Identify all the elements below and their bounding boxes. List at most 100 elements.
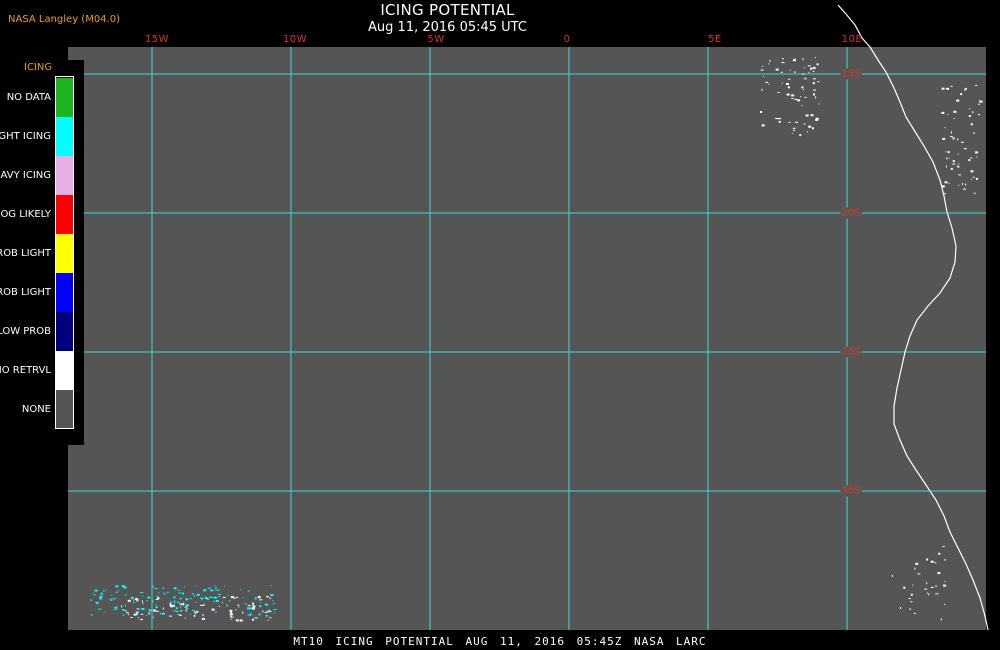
no-retrieval-cloud bbox=[203, 603, 205, 606]
legend-item-low-prob: LOW PROB bbox=[0, 312, 84, 351]
no-retrieval-cloud bbox=[935, 593, 939, 595]
no-retrieval-cloud bbox=[121, 605, 123, 608]
no-retrieval-cloud bbox=[793, 71, 796, 73]
no-retrieval-cloud bbox=[937, 572, 941, 575]
no-retrieval-cloud bbox=[222, 596, 226, 598]
no-retrieval-cloud bbox=[133, 613, 136, 616]
no-retrieval-cloud bbox=[157, 597, 160, 600]
no-retrieval-cloud bbox=[788, 78, 791, 80]
no-retrieval-cloud bbox=[945, 165, 947, 168]
no-retrieval-cloud bbox=[795, 121, 799, 123]
no-retrieval-cloud bbox=[155, 610, 159, 612]
night-icing-cloud bbox=[179, 598, 182, 600]
no-retrieval-cloud bbox=[947, 151, 950, 154]
legend-item-med-prob-light: MED PROB LIGHT bbox=[0, 273, 84, 312]
legend-label: HI PROB LIGHT bbox=[0, 247, 51, 259]
no-retrieval-cloud bbox=[196, 610, 199, 613]
no-retrieval-cloud bbox=[943, 584, 947, 587]
night-icing-cloud bbox=[186, 607, 188, 610]
lon-label-10w: 10W bbox=[282, 34, 308, 45]
night-icing-cloud bbox=[109, 598, 113, 600]
no-retrieval-cloud bbox=[944, 559, 947, 561]
no-retrieval-cloud bbox=[185, 609, 187, 612]
no-retrieval-cloud bbox=[973, 132, 975, 134]
no-retrieval-cloud bbox=[952, 160, 955, 163]
no-retrieval-cloud bbox=[964, 87, 967, 90]
no-retrieval-cloud bbox=[915, 562, 919, 565]
night-icing-cloud bbox=[214, 585, 216, 587]
legend-swatch bbox=[56, 312, 74, 351]
no-retrieval-cloud bbox=[957, 138, 959, 141]
no-retrieval-cloud bbox=[213, 600, 215, 602]
lon-label-15w: 15W bbox=[144, 34, 170, 45]
night-icing-cloud bbox=[149, 609, 152, 612]
no-retrieval-cloud bbox=[930, 560, 934, 563]
no-retrieval-cloud bbox=[801, 105, 803, 106]
legend-label: LOW PROB bbox=[0, 325, 51, 337]
night-icing-cloud bbox=[112, 598, 116, 600]
no-retrieval-cloud bbox=[812, 82, 815, 85]
no-retrieval-cloud bbox=[199, 604, 203, 606]
night-icing-cloud bbox=[190, 597, 192, 600]
night-icing-cloud bbox=[259, 605, 262, 608]
night-icing-cloud bbox=[240, 589, 242, 591]
night-icing-cloud bbox=[115, 606, 118, 609]
no-retrieval-cloud bbox=[909, 608, 912, 610]
night-icing-cloud bbox=[142, 595, 144, 597]
no-retrieval-cloud bbox=[814, 57, 816, 59]
no-retrieval-cloud bbox=[137, 611, 139, 614]
footer-caption: MT10 ICING POTENTIAL AUG 11, 2016 05:45Z… bbox=[293, 635, 707, 648]
no-retrieval-cloud bbox=[124, 610, 127, 612]
night-icing-cloud bbox=[130, 596, 134, 599]
night-icing-cloud bbox=[192, 609, 196, 611]
night-icing-cloud bbox=[140, 592, 144, 594]
no-retrieval-cloud bbox=[138, 617, 140, 619]
no-retrieval-cloud bbox=[804, 77, 806, 80]
night-icing-cloud bbox=[124, 604, 126, 607]
no-retrieval-cloud bbox=[169, 604, 172, 607]
no-retrieval-cloud bbox=[926, 592, 928, 594]
no-retrieval-cloud bbox=[900, 607, 901, 609]
no-retrieval-cloud bbox=[950, 136, 953, 138]
no-retrieval-cloud bbox=[908, 598, 911, 599]
night-icing-cloud bbox=[193, 594, 195, 597]
lat-label-30s: 30S bbox=[840, 485, 862, 497]
night-icing-cloud bbox=[166, 591, 169, 593]
night-icing-cloud bbox=[207, 588, 209, 589]
no-retrieval-cloud bbox=[951, 131, 952, 134]
map-overlay bbox=[68, 4, 989, 631]
legend-item-night-icing: NIGHT ICING bbox=[0, 117, 84, 156]
no-retrieval-cloud bbox=[130, 617, 133, 618]
no-retrieval-cloud bbox=[968, 159, 971, 162]
no-retrieval-cloud bbox=[786, 93, 790, 96]
no-retrieval-cloud bbox=[944, 603, 945, 605]
legend-label: HEAVY ICING bbox=[0, 169, 51, 181]
night-icing-cloud bbox=[214, 587, 217, 589]
no-retrieval-cloud bbox=[942, 546, 945, 547]
legend-label: MOG LIKELY bbox=[0, 208, 51, 220]
no-retrieval-cloud bbox=[800, 96, 802, 98]
night-icing-cloud bbox=[90, 599, 92, 601]
no-retrieval-cloud bbox=[139, 619, 143, 620]
night-icing-cloud bbox=[173, 610, 176, 612]
no-retrieval-cloud bbox=[266, 596, 269, 598]
no-retrieval-cloud bbox=[940, 618, 942, 621]
no-retrieval-cloud bbox=[236, 597, 239, 598]
no-retrieval-cloud bbox=[760, 111, 763, 113]
no-retrieval-cloud bbox=[945, 151, 947, 153]
legend-item-mog-likely: MOG LIKELY bbox=[0, 195, 84, 234]
no-retrieval-cloud bbox=[218, 605, 220, 607]
no-retrieval-cloud bbox=[230, 611, 232, 614]
night-icing-cloud bbox=[183, 586, 185, 588]
night-icing-cloud bbox=[110, 599, 113, 601]
night-icing-cloud bbox=[183, 601, 185, 603]
legend-label: NONE bbox=[21, 403, 51, 415]
no-retrieval-cloud bbox=[913, 612, 916, 614]
no-retrieval-cloud bbox=[953, 110, 957, 113]
no-retrieval-cloud bbox=[944, 193, 947, 195]
night-icing-cloud bbox=[169, 601, 173, 603]
night-icing-cloud bbox=[273, 611, 275, 613]
night-icing-cloud bbox=[115, 591, 118, 593]
night-icing-cloud bbox=[215, 611, 217, 614]
no-retrieval-cloud bbox=[946, 157, 948, 160]
